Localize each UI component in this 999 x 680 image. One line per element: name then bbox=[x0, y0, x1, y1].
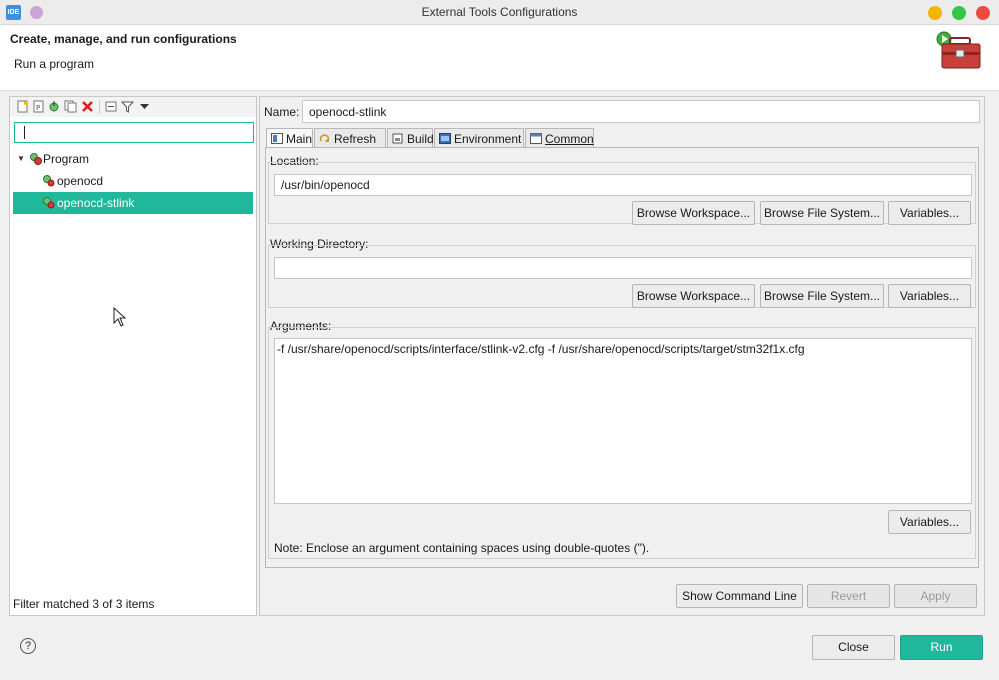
tree-item-label: Program bbox=[43, 152, 90, 166]
maximize-button[interactable] bbox=[952, 6, 966, 20]
location-field[interactable]: /usr/bin/openocd bbox=[274, 174, 972, 196]
name-label: Name: bbox=[264, 105, 300, 119]
tab-label: Environment bbox=[454, 132, 522, 146]
tab-label: Common bbox=[545, 132, 594, 146]
new-prototype-icon[interactable]: P bbox=[32, 100, 45, 113]
environment-icon bbox=[439, 133, 451, 144]
tab-label: Refresh bbox=[334, 132, 377, 146]
run-button[interactable]: Run bbox=[900, 635, 983, 660]
build-icon bbox=[392, 133, 403, 144]
tab-label: Build bbox=[407, 132, 434, 146]
arguments-textarea[interactable]: -f /usr/share/openocd/scripts/interface/… bbox=[274, 338, 972, 504]
toolbox-run-icon bbox=[936, 31, 981, 69]
close-button[interactable]: Close bbox=[812, 635, 895, 660]
tab-environment[interactable]: Environment bbox=[434, 128, 524, 148]
tree-item-openocd-stlink[interactable]: openocd-stlink bbox=[13, 192, 253, 214]
delete-icon[interactable] bbox=[81, 100, 94, 113]
expand-arrow-icon[interactable]: ▼ bbox=[17, 148, 25, 170]
workdir-variables-button[interactable]: Variables... bbox=[888, 284, 971, 308]
external-tool-icon bbox=[43, 175, 55, 187]
header-title: Create, manage, and run configurations bbox=[10, 32, 237, 46]
minimize-button[interactable] bbox=[928, 6, 942, 20]
export-configuration-icon[interactable] bbox=[48, 100, 61, 113]
filter-status: Filter matched 3 of 3 items bbox=[13, 597, 155, 611]
external-tool-icon bbox=[43, 197, 55, 209]
configurations-tree-pane: P ▼ Program openocd openocd-stlink Filte… bbox=[9, 96, 257, 616]
arguments-note: Note: Enclose an argument containing spa… bbox=[274, 541, 650, 555]
title-bar: IDE External Tools Configurations bbox=[0, 0, 999, 25]
filter-input[interactable] bbox=[14, 122, 254, 143]
show-command-line-button[interactable]: Show Command Line bbox=[676, 584, 803, 608]
location-browse-file-system-button[interactable]: Browse File System... bbox=[760, 201, 884, 225]
revert-button[interactable]: Revert bbox=[807, 584, 890, 608]
workdir-browse-file-system-button[interactable]: Browse File System... bbox=[760, 284, 884, 308]
close-window-button[interactable] bbox=[976, 6, 990, 20]
location-browse-workspace-button[interactable]: Browse Workspace... bbox=[632, 201, 755, 225]
duplicate-icon[interactable] bbox=[64, 100, 77, 113]
window-title: External Tools Configurations bbox=[421, 5, 578, 19]
apply-button[interactable]: Apply bbox=[894, 584, 977, 608]
tab-main[interactable]: Main bbox=[266, 128, 313, 149]
tree-item-program[interactable]: ▼ Program bbox=[13, 148, 253, 170]
mouse-cursor-icon bbox=[113, 307, 127, 327]
tree-toolbar: P bbox=[10, 97, 256, 117]
new-configuration-icon[interactable] bbox=[16, 100, 29, 113]
tab-common[interactable]: Common bbox=[525, 128, 594, 148]
header-subtitle: Run a program bbox=[14, 57, 95, 71]
tree-item-openocd[interactable]: openocd bbox=[13, 170, 253, 192]
help-icon[interactable]: ? bbox=[20, 638, 36, 654]
main-tab-icon bbox=[271, 133, 283, 144]
text-caret bbox=[24, 126, 25, 139]
collapse-all-icon[interactable] bbox=[105, 100, 118, 113]
toolbar-separator bbox=[99, 100, 100, 114]
view-menu-chevron-down-icon[interactable] bbox=[138, 100, 151, 113]
tab-refresh[interactable]: Refresh bbox=[314, 128, 386, 148]
dialog-header: Create, manage, and run configurations R… bbox=[0, 25, 999, 91]
main-tab-content: Location: /usr/bin/openocd Browse Worksp… bbox=[265, 147, 979, 568]
svg-text:P: P bbox=[36, 104, 40, 112]
arguments-variables-button[interactable]: Variables... bbox=[888, 510, 971, 534]
workdir-browse-workspace-button[interactable]: Browse Workspace... bbox=[632, 284, 755, 308]
common-icon bbox=[530, 133, 542, 144]
working-directory-field[interactable] bbox=[274, 257, 972, 279]
name-field[interactable]: openocd-stlink bbox=[302, 100, 980, 123]
tree-item-label: openocd bbox=[57, 174, 104, 188]
location-variables-button[interactable]: Variables... bbox=[888, 201, 971, 225]
tab-build[interactable]: Build bbox=[387, 128, 434, 148]
program-folder-icon bbox=[30, 153, 42, 165]
tab-label: Main bbox=[286, 132, 313, 146]
tree-item-label: openocd-stlink bbox=[57, 196, 135, 210]
filter-icon[interactable] bbox=[121, 100, 134, 113]
refresh-icon bbox=[319, 134, 330, 142]
configuration-editor: Name: openocd-stlink Main Refresh Build … bbox=[259, 96, 985, 616]
